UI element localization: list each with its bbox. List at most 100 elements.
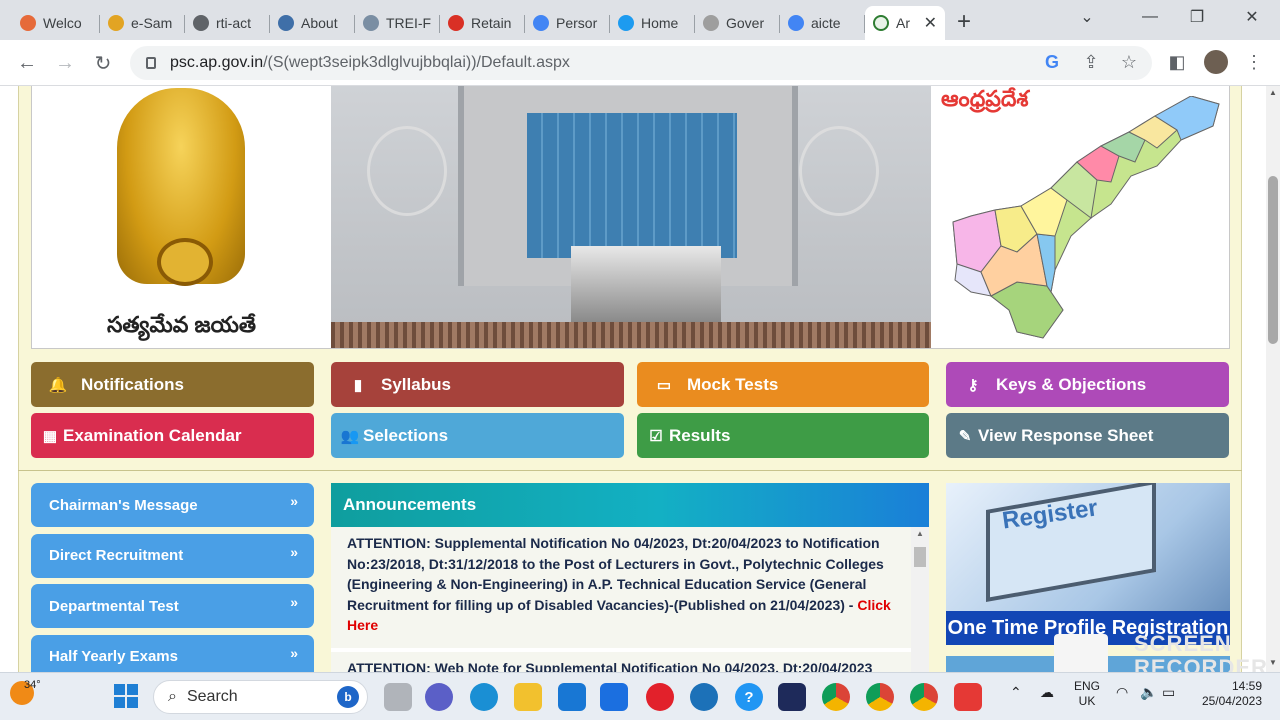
building-glass-facade <box>527 113 737 258</box>
scroll-up-arrow[interactable]: ▲ <box>1269 88 1277 97</box>
browser-tab[interactable]: aicte <box>780 6 865 40</box>
close-window-icon[interactable]: ✕ <box>1232 0 1272 34</box>
side-panel-icon[interactable]: ◧ <box>1166 52 1188 73</box>
tab-label: aicte <box>811 15 841 31</box>
forward-icon[interactable]: → <box>52 50 78 76</box>
show-hidden-icons[interactable]: ⌃ <box>1010 685 1022 700</box>
browser-tab[interactable]: Home <box>610 6 695 40</box>
weather-temperature: 34° <box>24 679 41 691</box>
page-scroll-thumb[interactable] <box>1268 176 1278 344</box>
building-fence <box>331 322 931 348</box>
browser-tab[interactable]: e-Sam <box>100 6 185 40</box>
quick-link-notifications[interactable]: 🔔 Notifications <box>31 362 314 407</box>
tab-label: TREI-F <box>386 15 432 31</box>
chrome-profile-3-icon[interactable] <box>910 683 938 711</box>
browser-tab-active[interactable]: Ar ✕ <box>865 6 945 40</box>
tab-search-icon[interactable]: ⌄ <box>1067 0 1107 34</box>
reload-icon[interactable]: ↻ <box>90 50 116 76</box>
quick-link-label: View Response Sheet <box>978 425 1154 445</box>
emblem-icon <box>363 15 379 31</box>
scroll-up-arrow[interactable]: ▲ <box>916 529 924 538</box>
otpr-banner[interactable]: Register One Time Profile Registration <box>946 483 1230 645</box>
check-square-icon: ☑ <box>649 427 663 445</box>
twitter-icon <box>618 15 634 31</box>
help-icon[interactable]: ? <box>735 683 763 711</box>
tab-label: Retain <box>471 15 512 31</box>
quick-link-examination-calendar[interactable]: ▦ Examination Calendar <box>31 413 314 458</box>
chevron-right-icon: » <box>290 594 298 610</box>
browser-tab[interactable]: About <box>270 6 355 40</box>
volume-icon[interactable]: 🔈 <box>1140 685 1157 700</box>
sidebar-item-chairman-s-message[interactable]: Chairman's Message » <box>31 483 314 527</box>
sidebar-item-half-yearly-exams[interactable]: Half Yearly Exams » <box>31 634 314 672</box>
announcements-scroll-thumb[interactable] <box>914 547 926 567</box>
bell-icon: 🔔 <box>48 376 68 394</box>
clock[interactable]: 14:59 25/04/2023 <box>1196 679 1262 709</box>
emblem-motto: సత్యమేవ జయతే <box>106 312 257 337</box>
users-icon: 👥 <box>340 427 360 445</box>
browser-tab[interactable]: TREI-F <box>355 6 440 40</box>
browser-tab[interactable]: rti-act <box>185 6 270 40</box>
menu-kebab-icon[interactable]: ⋮ <box>1243 52 1265 73</box>
browser-tab[interactable]: Retain <box>440 6 525 40</box>
battery-icon[interactable]: ▭ <box>1162 685 1175 700</box>
back-icon[interactable]: ← <box>14 50 40 76</box>
section-divider <box>18 470 1242 471</box>
sidebar-item-direct-recruitment[interactable]: Direct Recruitment » <box>31 533 314 578</box>
announcements-scrollbar[interactable]: ▲ <box>911 527 929 672</box>
announcement-text: ATTENTION: Supplemental Notification No … <box>347 535 884 613</box>
quick-link-results[interactable]: ☑ Results <box>637 413 929 458</box>
url-bar[interactable]: psc.ap.gov.in/(S(wept3seipk3dlglvujbbqla… <box>130 46 1152 80</box>
page-scrollbar[interactable]: ▲ ▼ <box>1266 86 1280 672</box>
google-translate-icon[interactable]: G <box>1041 52 1063 73</box>
browser-tab[interactable]: Persor <box>525 6 610 40</box>
google-icon <box>533 15 549 31</box>
browser-tab-strip: Welco e-Sam rti-act About TREI-F Retain Persor… <box>0 0 1280 40</box>
quick-link-mock-tests[interactable]: ▭ Mock Tests <box>637 362 929 407</box>
quick-link-selections[interactable]: 👥 Selections <box>331 413 624 458</box>
taskbar-search[interactable]: ⌕ Search b <box>153 680 368 714</box>
edge-icon[interactable] <box>470 683 498 711</box>
quick-link-label: Results <box>669 425 731 445</box>
share-icon[interactable]: ⇪ <box>1080 52 1102 73</box>
chrome-profile-2-icon[interactable] <box>866 683 894 711</box>
task-view-icon[interactable] <box>384 683 412 711</box>
cloud-icon[interactable]: ☁ <box>1040 685 1054 700</box>
start-icon[interactable] <box>112 682 140 710</box>
profile-avatar[interactable] <box>1204 50 1228 74</box>
dropbox-icon[interactable] <box>600 683 628 711</box>
header-banner: సత్యమేవ జయతే ఆంధ్రప్రదేశ <box>31 86 1230 349</box>
region-code: UK <box>1078 694 1096 708</box>
sidebar-item-label: Chairman's Message <box>49 496 198 514</box>
seal-watermark-right <box>799 126 879 216</box>
language-indicator[interactable]: ENG UK <box>1074 679 1100 709</box>
webex-icon[interactable] <box>778 683 806 711</box>
file-explorer-icon[interactable] <box>514 683 542 711</box>
announcements-panel: Announcements ATTENTION: Supplemental No… <box>331 483 929 672</box>
browser-tab[interactable]: Welco <box>0 6 100 40</box>
bookmark-star-icon[interactable]: ☆ <box>1118 52 1140 73</box>
opera-icon[interactable] <box>646 683 674 711</box>
chat-icon[interactable] <box>425 683 453 711</box>
wifi-icon[interactable]: ◠ <box>1116 685 1128 700</box>
quick-link-keys-objections[interactable]: ⚷ Keys & Objections <box>946 362 1229 407</box>
globe-app-icon[interactable] <box>690 683 718 711</box>
minimize-icon[interactable]: — <box>1130 0 1170 34</box>
restore-icon[interactable]: ❐ <box>1177 0 1217 34</box>
chrome-icon[interactable] <box>822 683 850 711</box>
chevron-right-icon: » <box>290 644 298 661</box>
mail-icon[interactable] <box>558 683 586 711</box>
appsc-icon <box>873 15 889 31</box>
close-tab-icon[interactable]: ✕ <box>924 13 937 33</box>
recorder-line-1: SCREEN <box>1134 631 1232 656</box>
screen-recorder-icon[interactable] <box>954 683 982 711</box>
search-label: Search <box>186 688 238 705</box>
scroll-down-arrow[interactable]: ▼ <box>1269 658 1277 667</box>
quick-link-view-response-sheet[interactable]: ✎ View Response Sheet <box>946 413 1229 458</box>
sidebar-item-departmental-test[interactable]: Departmental Test » <box>31 584 314 628</box>
windows-taskbar: 34° ⌕ Search b ? ⌃ ☁ ENG UK ◠ 🔈 ▭ 14:59 25… <box>0 672 1280 720</box>
browser-tab[interactable]: Gover <box>695 6 780 40</box>
quick-link-label: Mock Tests <box>687 374 779 394</box>
new-tab-button[interactable]: + <box>957 8 971 36</box>
quick-link-syllabus[interactable]: ▮ Syllabus <box>331 362 624 407</box>
